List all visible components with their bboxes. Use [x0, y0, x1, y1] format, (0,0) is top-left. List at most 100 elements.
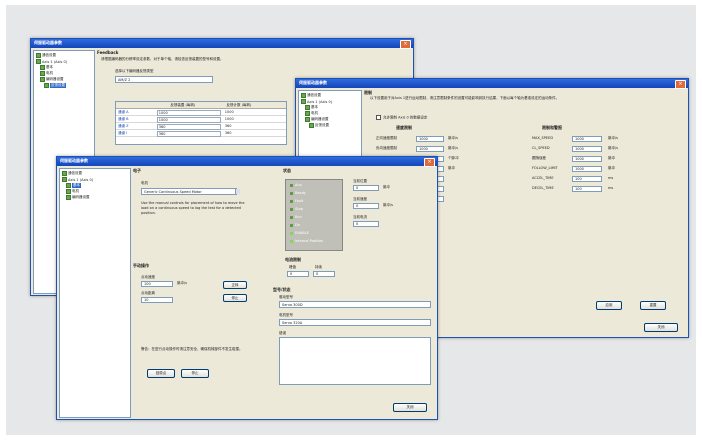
table-row[interactable]: 通道 B 1000 1000: [116, 116, 286, 123]
row-value-2: 360: [224, 124, 232, 128]
info-label: 电机型号: [279, 313, 293, 317]
close-icon[interactable]: ×: [400, 40, 411, 49]
io-label: Fault: [295, 199, 304, 203]
tree-item-selected[interactable]: 反馈设置: [44, 83, 66, 88]
row-unit: 个脉冲: [448, 156, 459, 160]
current-cont-input[interactable]: 0: [313, 271, 335, 277]
node-icon: [40, 71, 45, 76]
io-led-icon: [290, 239, 293, 243]
node-icon: [66, 183, 71, 188]
row-input[interactable]: 1000: [572, 146, 602, 152]
jog-speed-unit: 脉冲/s: [177, 281, 188, 285]
node-icon: [40, 77, 45, 82]
row-label: FOLLOW_LIMIT: [532, 166, 558, 170]
status-value: 0: [353, 221, 379, 227]
row-label: MAX_SPEED: [532, 136, 554, 140]
row-key[interactable]: 通道 I: [118, 130, 127, 136]
title-bar: 伺服驱动器参数 ×: [296, 79, 688, 89]
jog-step-input[interactable]: 10: [141, 297, 173, 303]
window-title: 伺服驱动器参数: [34, 40, 62, 45]
tree-item[interactable]: 通信设置: [62, 171, 82, 176]
row-input[interactable]: 1000: [572, 136, 602, 142]
table-row[interactable]: 通道 I 360 360: [116, 130, 286, 137]
tree-label: 通信设置: [307, 93, 321, 97]
row-label: ACCEL_TIME: [532, 176, 554, 180]
row-input[interactable]: 1000: [572, 156, 602, 162]
row-value[interactable]: 360: [156, 131, 221, 137]
status-label: 当前位置: [353, 179, 367, 183]
title-bar: 伺服驱动器参数 ×: [31, 39, 413, 49]
table-row[interactable]: 通道 Z 360 360: [116, 123, 286, 130]
row-key[interactable]: 通道 A: [118, 109, 129, 115]
tree-item[interactable]: 编码器设置: [305, 117, 329, 122]
tree-item[interactable]: Axis 1 (Axis 0): [62, 177, 93, 182]
row-unit: 脉冲/s: [448, 146, 459, 150]
row-input[interactable]: 1000: [416, 146, 444, 152]
status-value: 0: [353, 185, 379, 191]
row-label: 跟随误差: [532, 156, 546, 160]
tree-item[interactable]: 电机: [305, 111, 318, 116]
tree-item[interactable]: 基本: [305, 105, 318, 110]
close-button[interactable]: 关闭: [644, 323, 678, 332]
tree-item[interactable]: 电机: [66, 189, 79, 194]
tree-item-selected[interactable]: 基本: [66, 183, 81, 188]
io-led-icon: [290, 199, 293, 203]
status-value: 0: [353, 203, 379, 209]
tree-item[interactable]: 通信设置: [36, 53, 56, 58]
node-icon: [305, 117, 310, 122]
jog-section-title: 手动操作: [133, 263, 149, 268]
jog-forward-button[interactable]: 正转: [223, 281, 247, 289]
io-item: Run: [290, 215, 302, 219]
stop-button[interactable]: 停止: [181, 369, 209, 378]
table-header: 反馈装置 (每转) 反馈计数 (每转): [116, 102, 286, 109]
row-input[interactable]: 100: [572, 186, 602, 192]
row-input[interactable]: 1000: [572, 166, 602, 172]
encoder-type-field[interactable]: AM/Z 2: [115, 76, 213, 83]
tree-item[interactable]: 基本: [40, 65, 53, 70]
node-icon: [305, 111, 310, 116]
row-label: DECEL_TIME: [532, 186, 554, 190]
jog-speed-input[interactable]: 100: [141, 281, 173, 287]
motor-select[interactable]: Generic Continuous Speed Motor: [141, 188, 237, 195]
tree-label: Axis 1 (Axis 0): [307, 99, 333, 104]
row-key[interactable]: 通道 B: [118, 116, 129, 122]
tree-label: 电机: [46, 71, 53, 75]
reset-button[interactable]: 重置: [640, 301, 666, 310]
apply-button[interactable]: 应用: [596, 301, 622, 310]
node-icon: [36, 53, 41, 58]
jog-stop-button[interactable]: 停止: [223, 294, 247, 302]
error-field: [279, 337, 431, 385]
node-icon: [309, 123, 314, 128]
row-key[interactable]: 通道 Z: [118, 123, 129, 129]
window-title: 伺服驱动器参数: [299, 80, 327, 85]
current-peak-input[interactable]: 0: [287, 271, 309, 277]
nav-tree: 通信设置 Axis 1 (Axis 0) 基本 电机 编码器设置: [59, 168, 131, 418]
row-unit: 脉冲/s: [448, 136, 459, 140]
node-icon: [40, 65, 45, 70]
close-icon[interactable]: ×: [424, 158, 435, 167]
tree-item[interactable]: 通信设置: [301, 93, 321, 98]
tree-item[interactable]: Axis 1 (Axis 0): [301, 99, 332, 104]
current-col-label: 持续: [315, 265, 322, 269]
tree-item[interactable]: Axis 1 (Axis 0): [36, 59, 67, 64]
row-input[interactable]: 1000: [416, 136, 444, 142]
tree-label: 电机: [72, 189, 79, 193]
tree-label: 通信设置: [42, 53, 56, 57]
close-icon[interactable]: ×: [675, 80, 686, 89]
motor-section-title: 电子: [133, 168, 141, 173]
io-label: Ready: [295, 191, 306, 195]
tree-item[interactable]: 编码器设置: [40, 77, 64, 82]
tree-item[interactable]: 编码器设置: [66, 195, 90, 200]
io-led-icon: [290, 231, 293, 235]
enable-limits-checkbox[interactable]: 允许限制 Axis 0 的数据设定: [376, 115, 427, 121]
tree-item[interactable]: 反馈设置: [309, 123, 329, 128]
drive-model-field: Servo 300D: [279, 301, 431, 308]
home-button[interactable]: 回原点: [147, 369, 175, 378]
chevron-down-icon[interactable]: [235, 189, 240, 194]
row-unit: ms: [608, 186, 614, 190]
table-row[interactable]: 通道 A 1000 1000: [116, 109, 286, 116]
row-input[interactable]: 100: [572, 176, 602, 182]
tree-item[interactable]: 电机: [40, 71, 53, 76]
close-button[interactable]: 关闭: [393, 403, 427, 412]
io-status-list: Aux Ready Fault Stop Run Dir ENABLE Inte…: [285, 179, 343, 251]
